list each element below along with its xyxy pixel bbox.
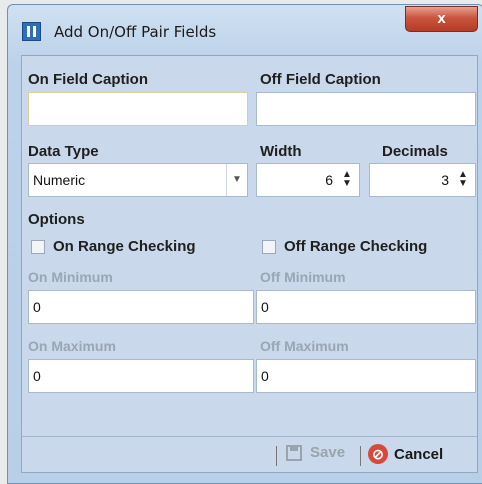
off-range-checking-checkbox[interactable]: Off Range Checking	[262, 238, 427, 255]
width-value: 6	[325, 172, 333, 188]
width-label: Width	[260, 143, 302, 160]
close-button[interactable]: x	[405, 6, 478, 32]
data-type-value: Numeric	[33, 172, 86, 188]
on-range-checking-checkbox[interactable]: On Range Checking	[31, 238, 196, 255]
on-minimum-input[interactable]: 0	[28, 290, 254, 324]
decimals-value: 3	[441, 172, 449, 188]
cancel-label: Cancel	[394, 445, 444, 463]
on-field-caption-label: On Field Caption	[28, 71, 148, 88]
dialog-footer: Save ⊘ Cancel	[22, 437, 477, 473]
spin-arrows-icon[interactable]: ▲ ▼	[457, 170, 469, 190]
off-range-checking-label: Off Range Checking	[284, 238, 428, 255]
dialog-body: On Field Caption Off Field Caption Data …	[21, 55, 478, 473]
decimals-stepper[interactable]: 3 ▲ ▼	[369, 163, 476, 197]
on-range-checking-label: On Range Checking	[53, 238, 196, 255]
save-button[interactable]: Save	[286, 444, 345, 461]
data-type-select[interactable]: Numeric ▼	[28, 163, 248, 197]
checkbox-icon[interactable]	[262, 239, 276, 254]
off-field-caption-label: Off Field Caption	[260, 71, 381, 88]
on-maximum-label: On Maximum	[28, 338, 116, 354]
toolbar-separator	[360, 446, 361, 466]
save-label: Save	[310, 444, 346, 461]
cancel-button[interactable]: ⊘ Cancel	[368, 444, 443, 464]
on-maximum-input[interactable]: 0	[28, 359, 254, 393]
save-icon	[286, 444, 302, 461]
on-field-caption-input[interactable]	[28, 92, 248, 126]
width-stepper[interactable]: 6 ▲ ▼	[256, 163, 360, 197]
dialog-window: Add On/Off Pair Fields x On Field Captio…	[7, 4, 482, 484]
off-minimum-label: Off Minimum	[260, 269, 346, 285]
off-maximum-label: Off Maximum	[260, 338, 349, 354]
checkbox-icon[interactable]	[31, 239, 45, 254]
off-maximum-input[interactable]: 0	[256, 359, 476, 393]
decimals-label: Decimals	[382, 143, 448, 160]
window-title: Add On/Off Pair Fields	[54, 23, 217, 41]
cancel-icon: ⊘	[368, 444, 388, 464]
off-field-caption-input[interactable]	[256, 92, 476, 126]
app-icon	[22, 22, 41, 41]
chevron-down-icon[interactable]: ▼	[226, 164, 247, 196]
title-bar: Add On/Off Pair Fields x	[8, 5, 482, 51]
options-label: Options	[28, 211, 85, 228]
on-minimum-label: On Minimum	[28, 269, 113, 285]
data-type-label: Data Type	[28, 143, 99, 160]
toolbar-separator	[276, 446, 277, 466]
spin-arrows-icon[interactable]: ▲ ▼	[341, 170, 353, 190]
off-minimum-input[interactable]: 0	[256, 290, 476, 324]
